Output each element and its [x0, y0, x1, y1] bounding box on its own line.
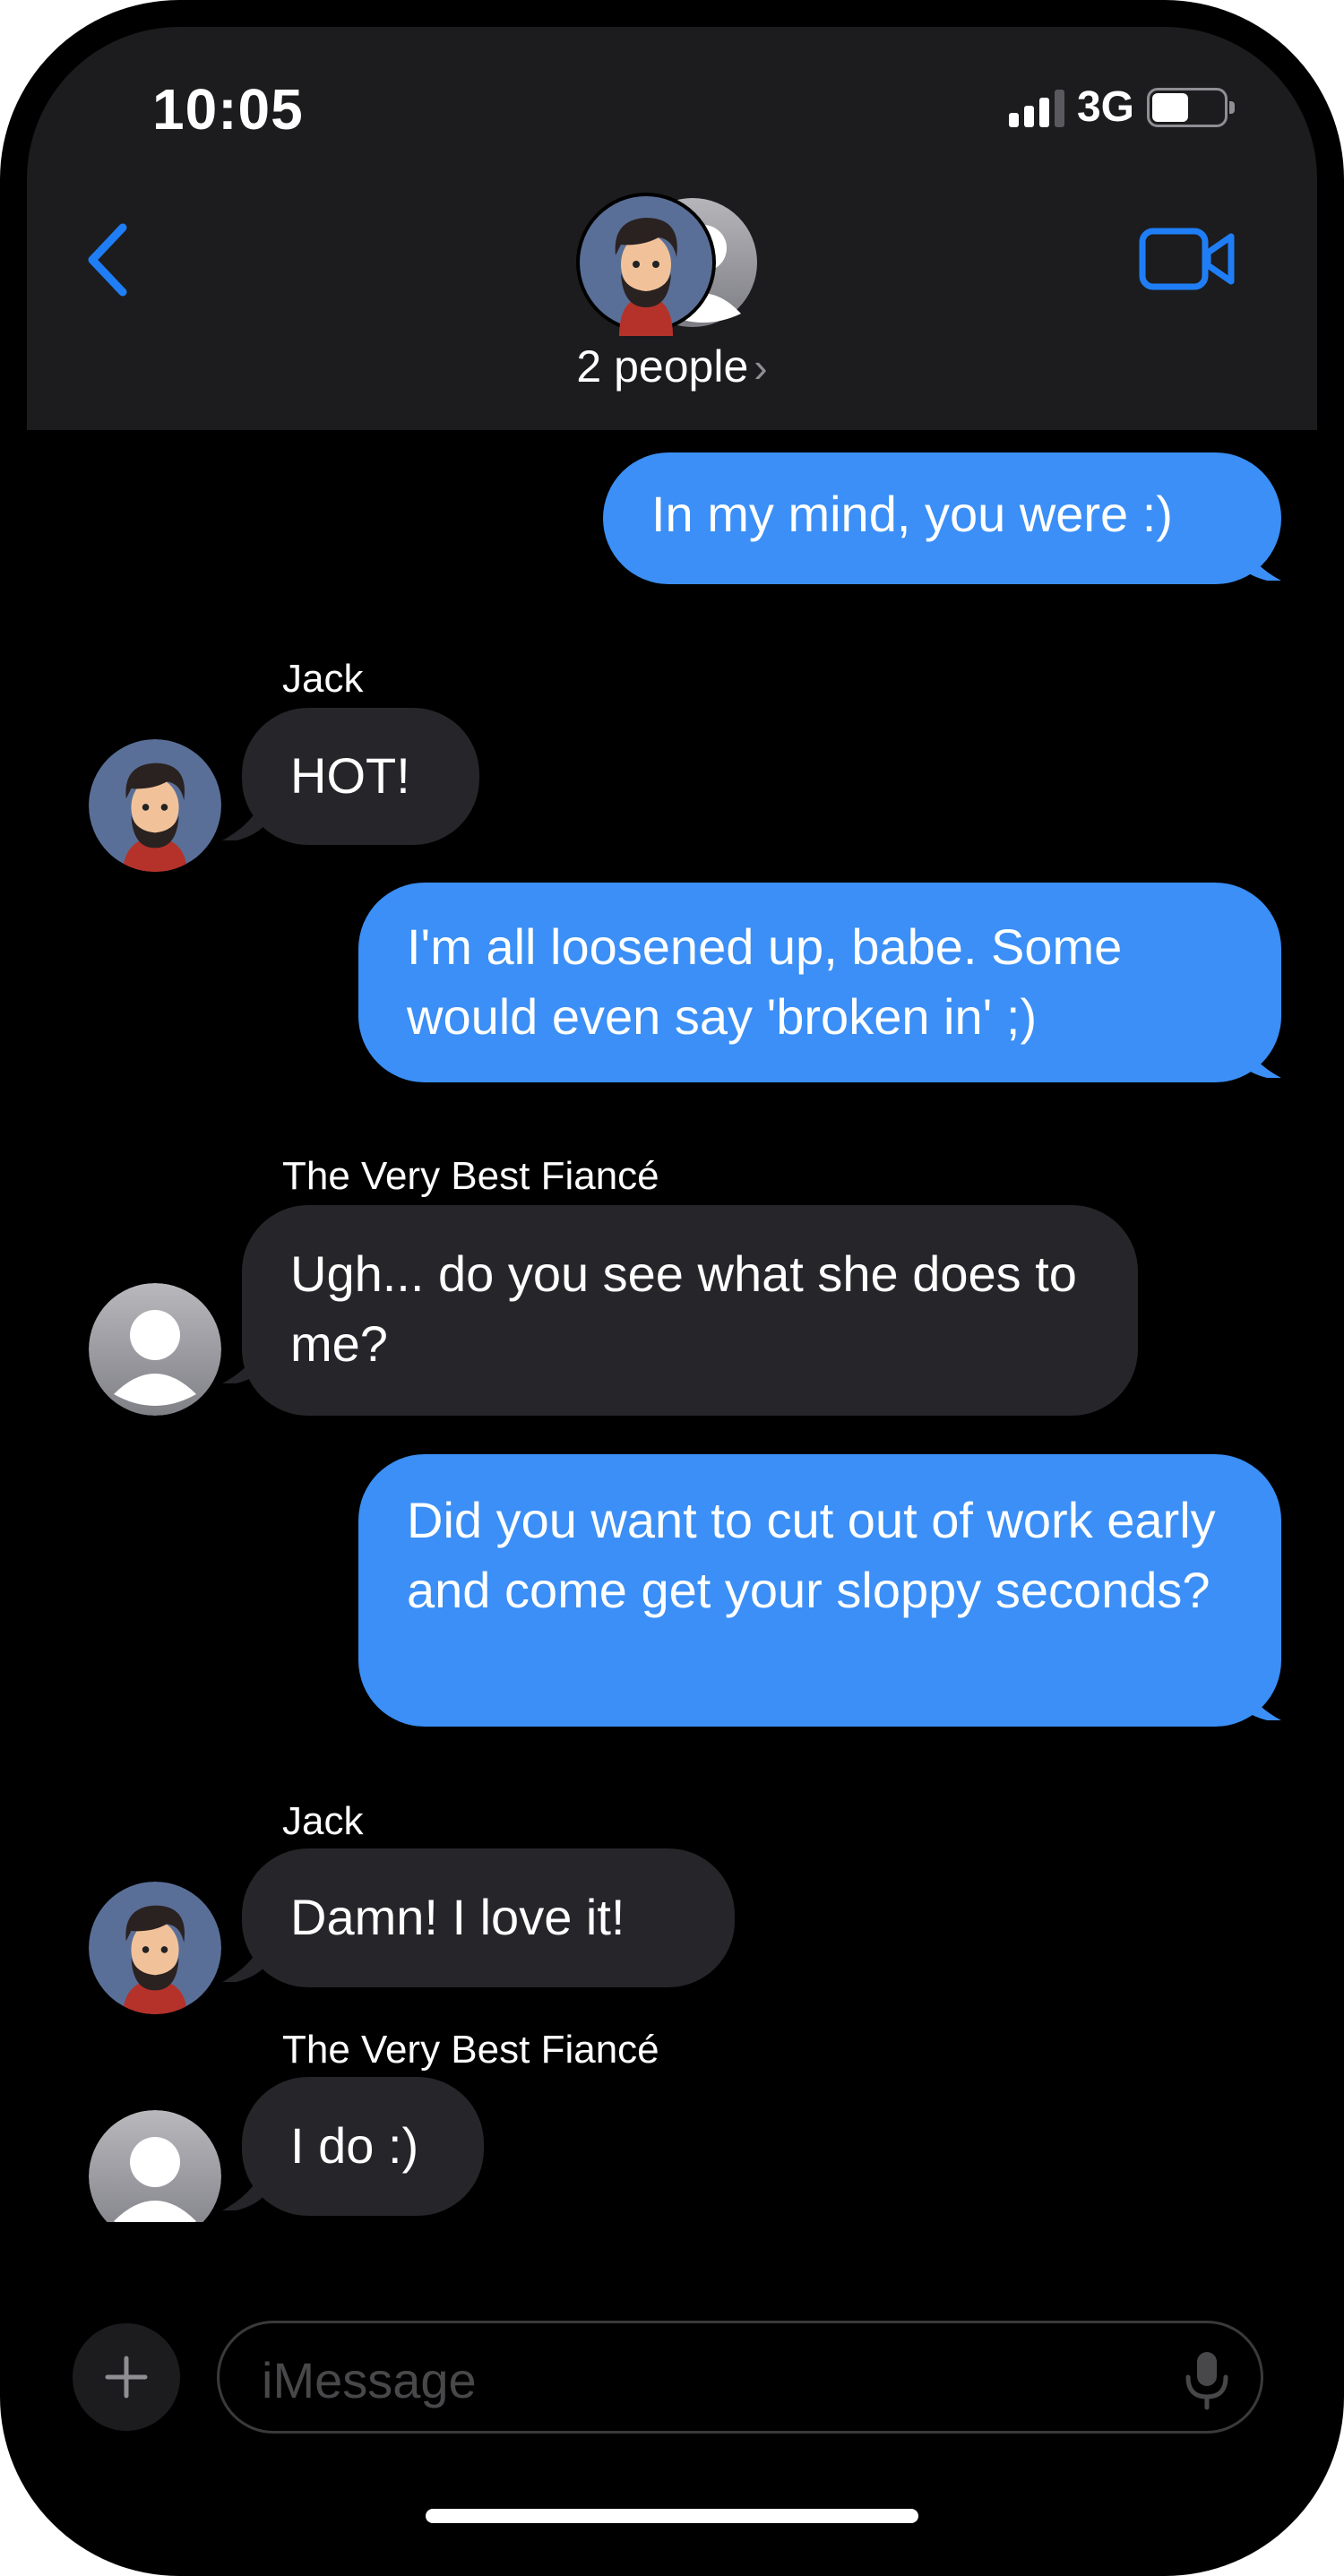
default-contact-avatar[interactable] — [89, 2110, 221, 2222]
message-text: HOT! — [290, 747, 410, 804]
battery-icon — [1147, 87, 1235, 127]
jack-avatar[interactable] — [89, 1882, 221, 2014]
default-avatar-icon — [89, 1283, 221, 1416]
jack-avatar-icon — [89, 1882, 221, 2014]
default-contact-avatar[interactable] — [89, 1283, 221, 1416]
jack-avatar-icon — [89, 739, 221, 872]
message-text: Damn! I love it! — [290, 1889, 625, 1945]
bubble-tail — [1236, 1667, 1281, 1720]
chevron-left-icon — [88, 223, 127, 297]
apps-plus-button[interactable] — [73, 2323, 180, 2431]
message-text: In my mind, you were :) — [651, 486, 1173, 542]
message-text: Ugh... do you see what she does to me? — [290, 1245, 1077, 1372]
group-avatar-stack[interactable] — [576, 193, 764, 336]
bubble-tail — [1236, 527, 1281, 581]
sender-name: Jack — [282, 1799, 364, 1843]
messages-screen: 10:05 3G 2 people › In my mind, you were… — [27, 27, 1317, 2549]
message-text: I do :) — [290, 2117, 419, 2174]
facetime-video-button[interactable] — [1138, 224, 1236, 296]
message-bubble-outgoing[interactable]: In my mind, you were :) — [603, 452, 1281, 584]
message-bubble-outgoing[interactable]: I'm all loosened up, babe. Some would ev… — [358, 883, 1281, 1082]
message-text: I'm all loosened up, babe. Some would ev… — [407, 918, 1123, 1045]
imessage-input[interactable] — [260, 2343, 1159, 2417]
group-title[interactable]: 2 people › — [27, 340, 1317, 392]
jack-avatar[interactable] — [89, 739, 221, 872]
video-camera-icon — [1139, 228, 1235, 290]
status-indicators: 3G — [1008, 82, 1235, 132]
sender-name: The Very Best Fiancé — [282, 2028, 659, 2072]
back-button[interactable] — [72, 215, 143, 305]
signal-icon — [1008, 88, 1064, 127]
imessage-input-field — [217, 2321, 1263, 2434]
default-avatar-icon — [89, 2110, 221, 2222]
message-bubble-outgoing[interactable]: Did you want to cut out of work early an… — [358, 1454, 1281, 1727]
sender-name: The Very Best Fiancé — [282, 1154, 659, 1198]
network-type: 3G — [1076, 83, 1134, 131]
conversation-header: 10:05 3G 2 people › — [27, 27, 1317, 430]
microphone-icon — [1185, 2352, 1228, 2410]
group-title-label: 2 people — [576, 341, 749, 392]
plus-icon — [105, 2356, 148, 2399]
message-bubble-incoming[interactable]: Ugh... do you see what she does to me? — [242, 1205, 1138, 1416]
message-text: Did you want to cut out of work early an… — [407, 1492, 1216, 1618]
home-indicator[interactable] — [426, 2509, 918, 2523]
message-bubble-incoming[interactable]: I do :) — [242, 2077, 484, 2216]
status-time: 10:05 — [152, 77, 304, 142]
message-bubble-incoming[interactable]: Damn! I love it! — [242, 1848, 735, 1987]
chevron-right-icon: › — [754, 344, 768, 391]
bubble-tail — [1236, 1024, 1281, 1078]
dictation-button[interactable] — [1180, 2348, 1234, 2411]
message-bubble-incoming[interactable]: HOT! — [242, 708, 479, 845]
phone-frame: 10:05 3G 2 people › In my mind, you were… — [0, 0, 1344, 2576]
message-list[interactable]: In my mind, you were :) Jack HOT! I'm al… — [27, 430, 1317, 2222]
sender-name: Jack — [282, 657, 364, 701]
